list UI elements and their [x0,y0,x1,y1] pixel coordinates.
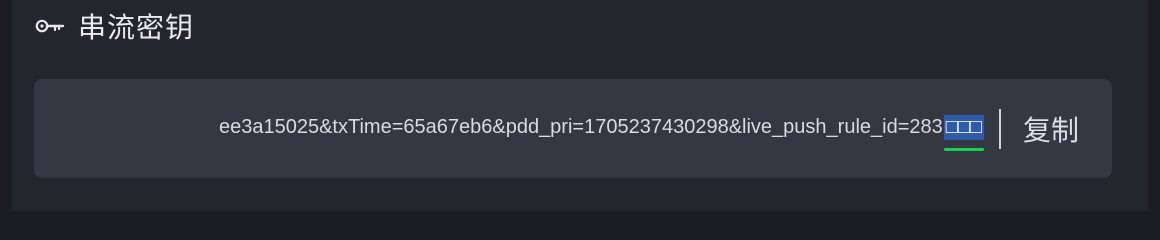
key-icon [34,17,66,35]
selected-text-value[interactable]: □□□ [946,116,982,138]
stream-key-field[interactable]: ee3a15025&txTime=65a67eb6&pdd_pri=170523… [34,79,1112,178]
stream-key-header: 串流密钥 [34,0,194,52]
selected-text[interactable]: □□□ [943,114,984,151]
copy-button[interactable]: 复制 [1010,109,1092,149]
stream-key-panel: 串流密钥 ee3a15025&txTime=65a67eb6&pdd_pri=1… [12,0,1148,211]
stream-key-text-line[interactable]: ee3a15025&txTime=65a67eb6&pdd_pri=170523… [219,114,984,151]
stream-key-viewport[interactable]: ee3a15025&txTime=65a67eb6&pdd_pri=170523… [50,79,984,178]
copy-divider [999,109,1001,149]
stream-key-value[interactable]: ee3a15025&txTime=65a67eb6&pdd_pri=170523… [219,116,943,139]
section-title: 串流密钥 [78,11,195,44]
text-cursor-underline [943,147,984,151]
